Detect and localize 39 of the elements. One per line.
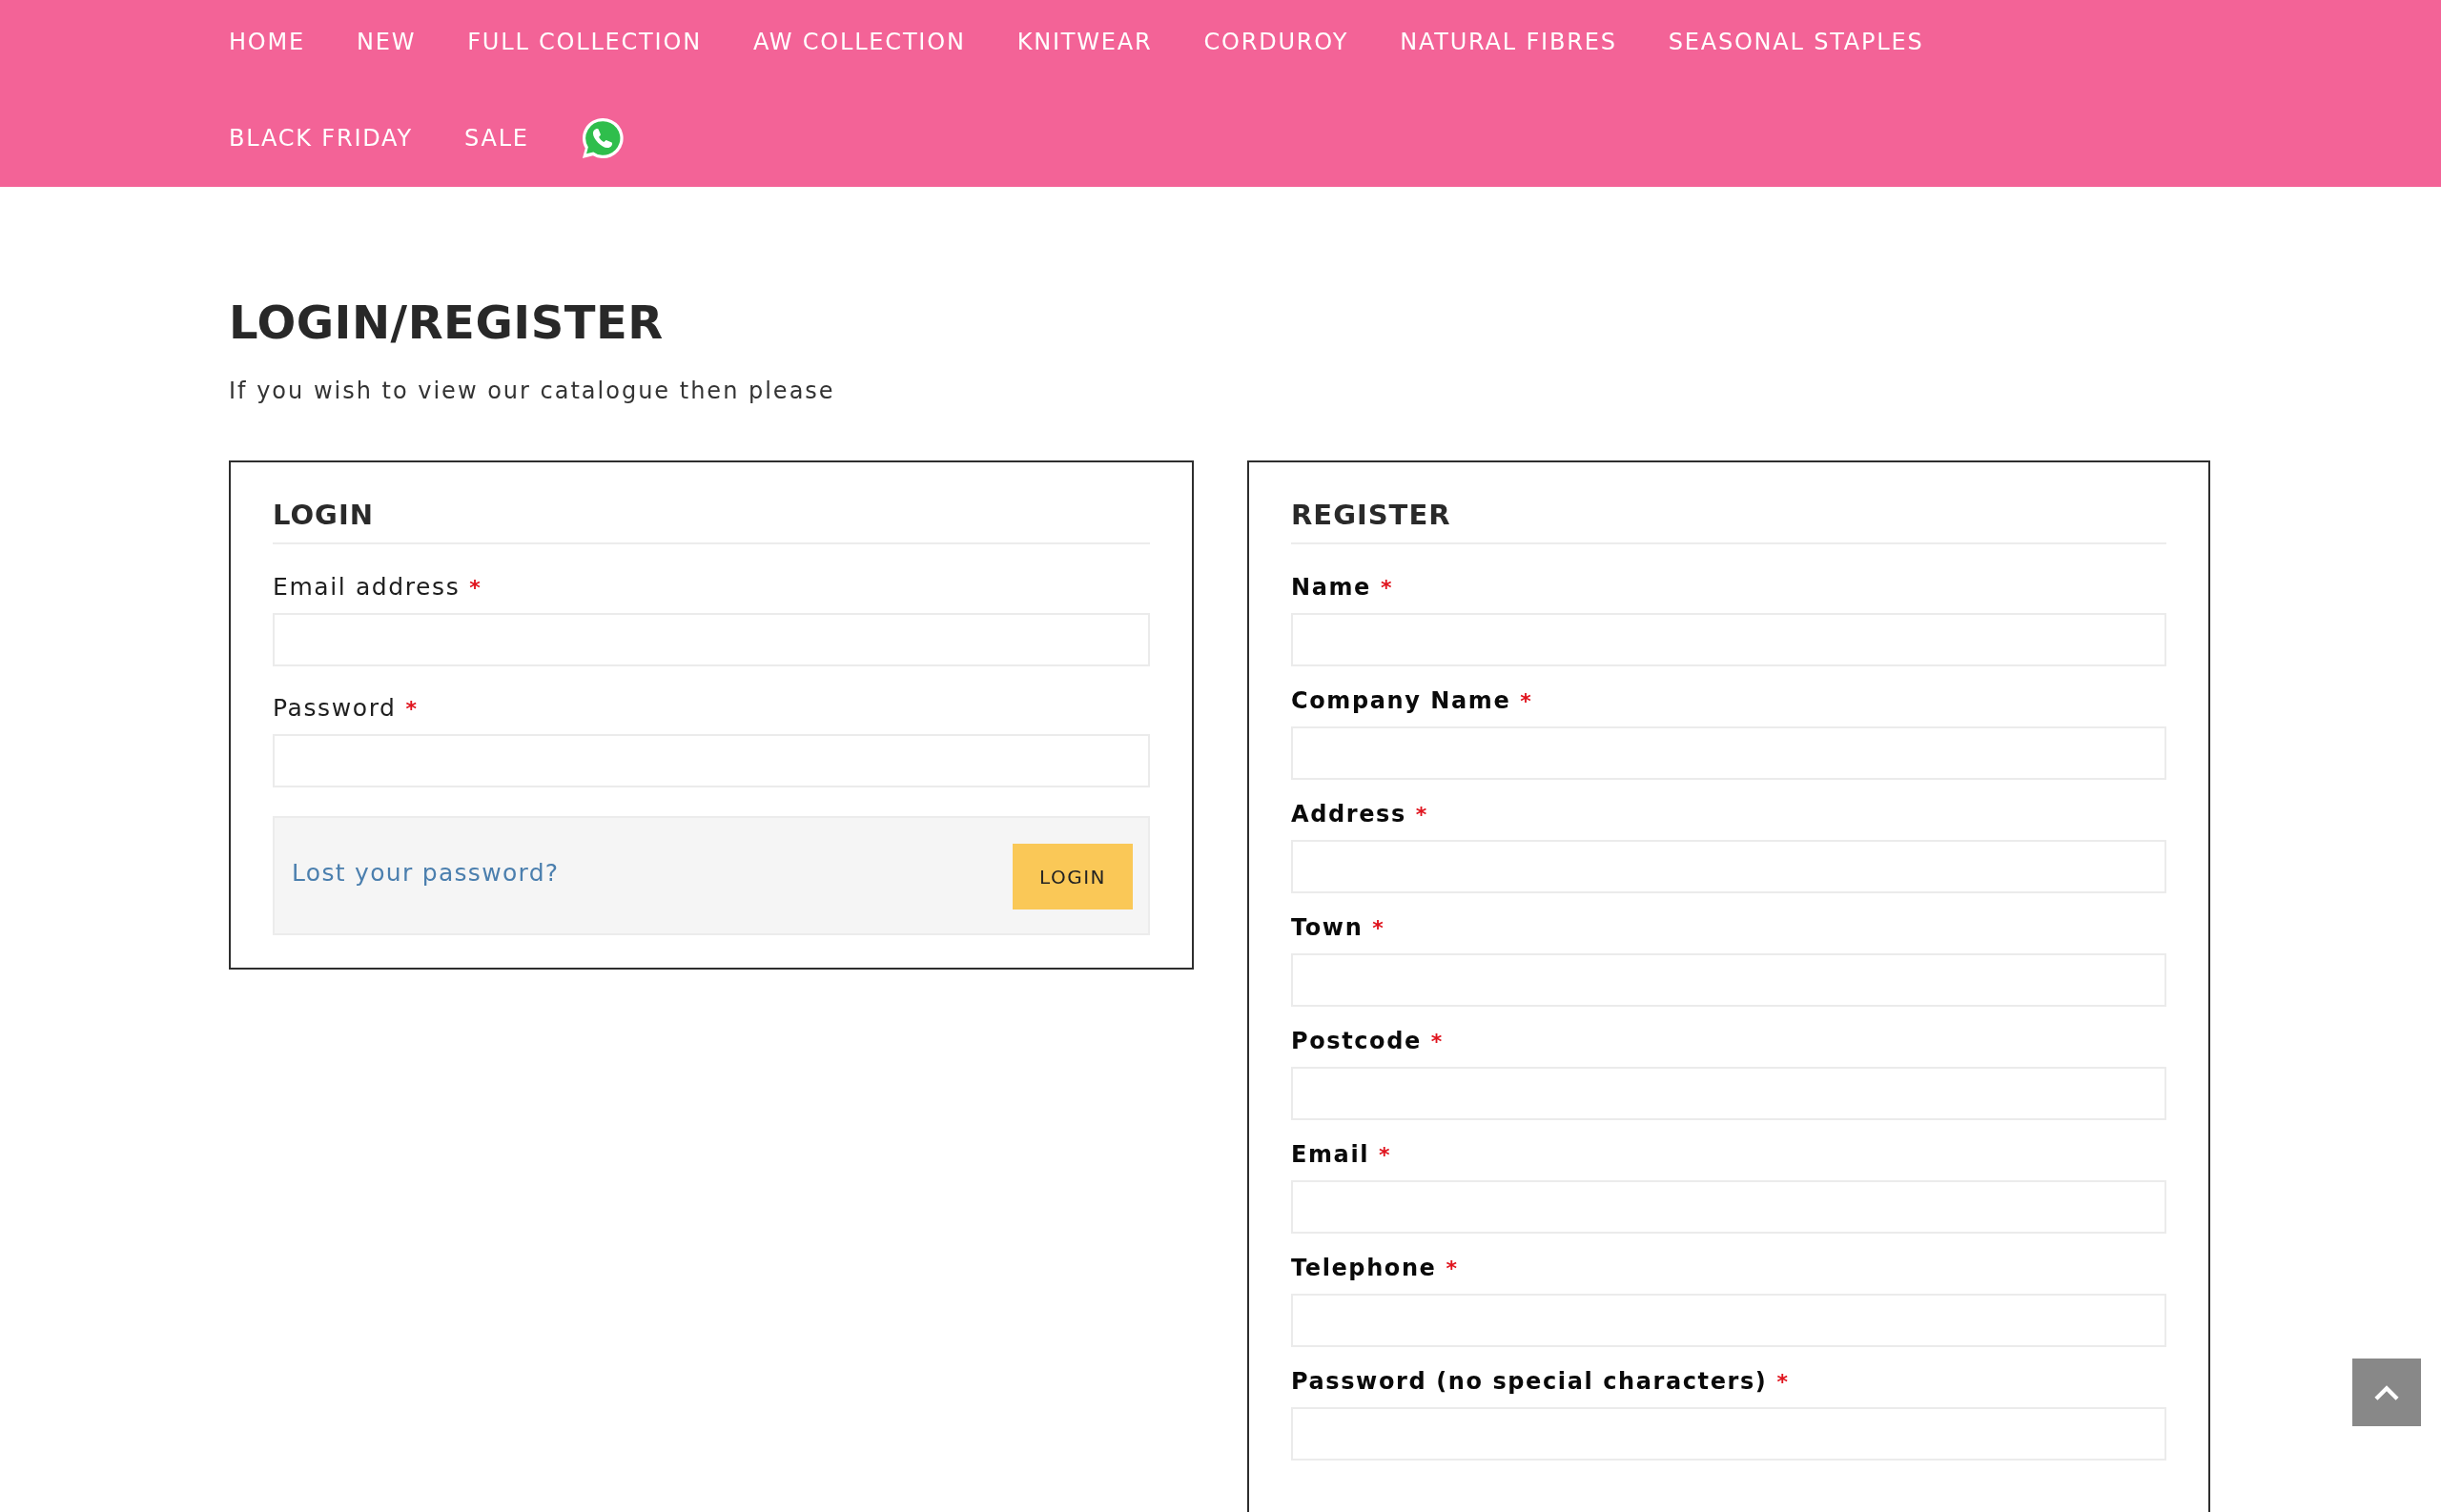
nav-link[interactable]: FULL COLLECTION	[467, 27, 702, 57]
field-label: Telephone	[1291, 1254, 1437, 1283]
required-mark: *	[1372, 915, 1384, 942]
nav-link[interactable]: AW COLLECTION	[752, 27, 966, 57]
nav-link[interactable]: CORDUROY	[1203, 27, 1349, 57]
field-label: Postcode	[1291, 1027, 1422, 1056]
chat-phone-icon[interactable]	[580, 116, 625, 160]
nav-link[interactable]: NEW	[357, 27, 417, 57]
field-label: Password (no special characters)	[1291, 1367, 1768, 1397]
lost-password-link[interactable]: Lost your password?	[292, 859, 560, 887]
required-mark: *	[1415, 802, 1427, 828]
field-label: Name	[1291, 573, 1371, 603]
page-title: LOGIN/REGISTER	[229, 295, 664, 351]
required-mark: *	[1776, 1369, 1788, 1396]
field-label: Address	[1291, 800, 1406, 829]
required-mark: *	[405, 696, 418, 723]
intro-text: If you wish to view our catalogue then please	[229, 377, 835, 406]
required-mark: *	[1380, 575, 1392, 602]
field-label: Company Name	[1291, 686, 1511, 716]
required-mark: *	[1520, 688, 1531, 715]
field-label: Email	[1291, 1140, 1370, 1170]
required-mark: *	[1446, 1256, 1457, 1282]
scroll-to-top-button[interactable]	[2352, 1359, 2421, 1426]
nav-link[interactable]: SALE	[463, 123, 529, 153]
required-mark: *	[1430, 1029, 1443, 1055]
nav-link[interactable]: BLACK FRIDAY	[229, 123, 413, 153]
nav-link[interactable]: HOME	[229, 27, 305, 57]
nav-link[interactable]: SEASONAL STAPLES	[1668, 27, 1924, 57]
chevron-up-icon	[2374, 1384, 2399, 1400]
nav-link[interactable]: NATURAL FIBRES	[1400, 27, 1617, 57]
field-label: Email address	[273, 572, 461, 603]
section-heading: LOGIN	[273, 498, 374, 533]
login-button[interactable]: LOGIN	[1013, 844, 1133, 909]
field-label: Town	[1291, 913, 1364, 943]
required-mark: *	[1379, 1142, 1390, 1169]
nav-link[interactable]: KNITWEAR	[1016, 27, 1153, 57]
section-heading: REGISTER	[1291, 498, 1451, 533]
required-mark: *	[469, 575, 481, 602]
field-label: Password	[273, 693, 397, 724]
